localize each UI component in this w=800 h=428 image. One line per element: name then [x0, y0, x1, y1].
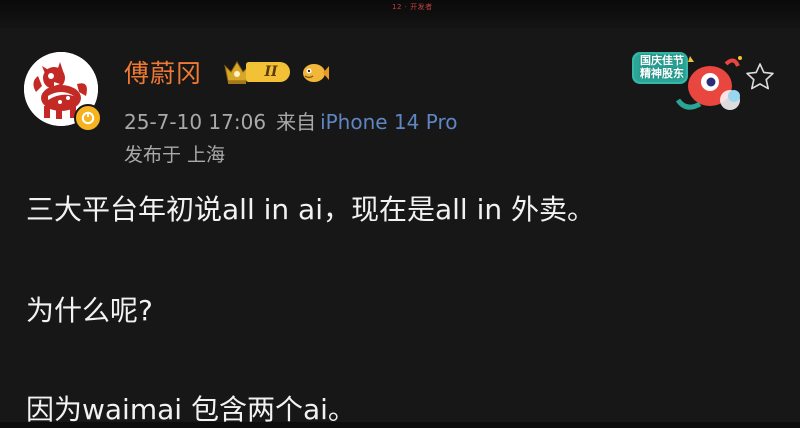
post-text-line-1: 三大平台年初说all in ai，现在是all in 外卖。	[26, 193, 596, 226]
source-device[interactable]: iPhone 14 Pro	[320, 110, 457, 134]
holiday-sticker[interactable]: 国庆佳节 精神股东	[630, 50, 742, 116]
post-timestamp[interactable]: 25-7-10 17:06	[124, 110, 266, 134]
fish-icon[interactable]	[300, 61, 330, 85]
top-center-mark: 12 · 开发者	[392, 3, 433, 11]
post-meta: 25-7-10 17:06 来自 iPhone 14 Pro	[124, 106, 457, 135]
post-text-line-3: 因为waimai 包含两个ai。	[26, 393, 356, 426]
star-icon[interactable]	[744, 61, 776, 93]
author-name[interactable]: 傅蔚冈	[124, 54, 202, 90]
post-text-line-2: 为什么呢?	[26, 294, 153, 327]
level-badge[interactable]: II	[246, 62, 290, 82]
top-bar: 12 · 开发者	[0, 0, 800, 28]
weibo-post-card: 傅蔚冈 II 25-7-10 17:06 来自 iPhone 14 Pro 发布于 …	[0, 28, 800, 426]
source-prefix: 来自	[276, 110, 317, 134]
post-location: 发布于 上海	[124, 144, 226, 166]
holiday-sticker-label: 国庆佳节 精神股东	[640, 54, 684, 80]
verified-badge-icon	[74, 104, 102, 132]
